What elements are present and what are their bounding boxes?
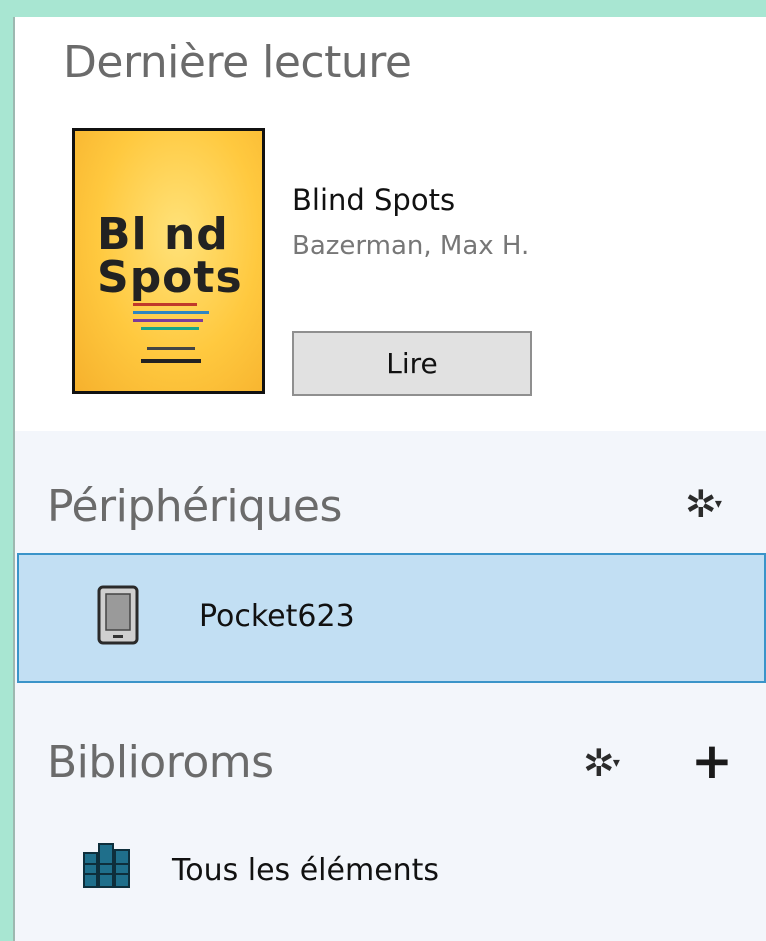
bibliorom-item-all[interactable]: Tous les éléments bbox=[172, 853, 439, 888]
device-name: Pocket623 bbox=[199, 599, 355, 634]
library-sidebar: Dernière lecture Bl nd Spots Blind Spots… bbox=[13, 17, 766, 941]
book-author: Bazerman, Max H. bbox=[292, 231, 530, 261]
library-shelves-icon bbox=[83, 843, 130, 888]
read-button[interactable]: Lire bbox=[292, 331, 532, 396]
devices-settings-gear-icon[interactable]: ✲▾ bbox=[685, 485, 722, 523]
book-cover[interactable]: Bl nd Spots bbox=[72, 128, 265, 394]
book-title[interactable]: Blind Spots bbox=[292, 183, 455, 217]
cover-decoration bbox=[133, 303, 209, 363]
devices-title: Périphériques bbox=[47, 481, 342, 532]
recent-reading-section: Dernière lecture Bl nd Spots Blind Spots… bbox=[15, 17, 766, 431]
device-item-pocket623[interactable]: Pocket623 bbox=[17, 553, 766, 683]
recent-reading-title: Dernière lecture bbox=[63, 37, 412, 88]
bibliorooms-settings-gear-icon[interactable]: ✲▾ bbox=[583, 744, 620, 782]
ereader-device-icon bbox=[97, 585, 139, 645]
add-bibliorom-icon[interactable]: + bbox=[691, 736, 733, 786]
bibliorooms-title: Biblioroms bbox=[47, 737, 274, 788]
